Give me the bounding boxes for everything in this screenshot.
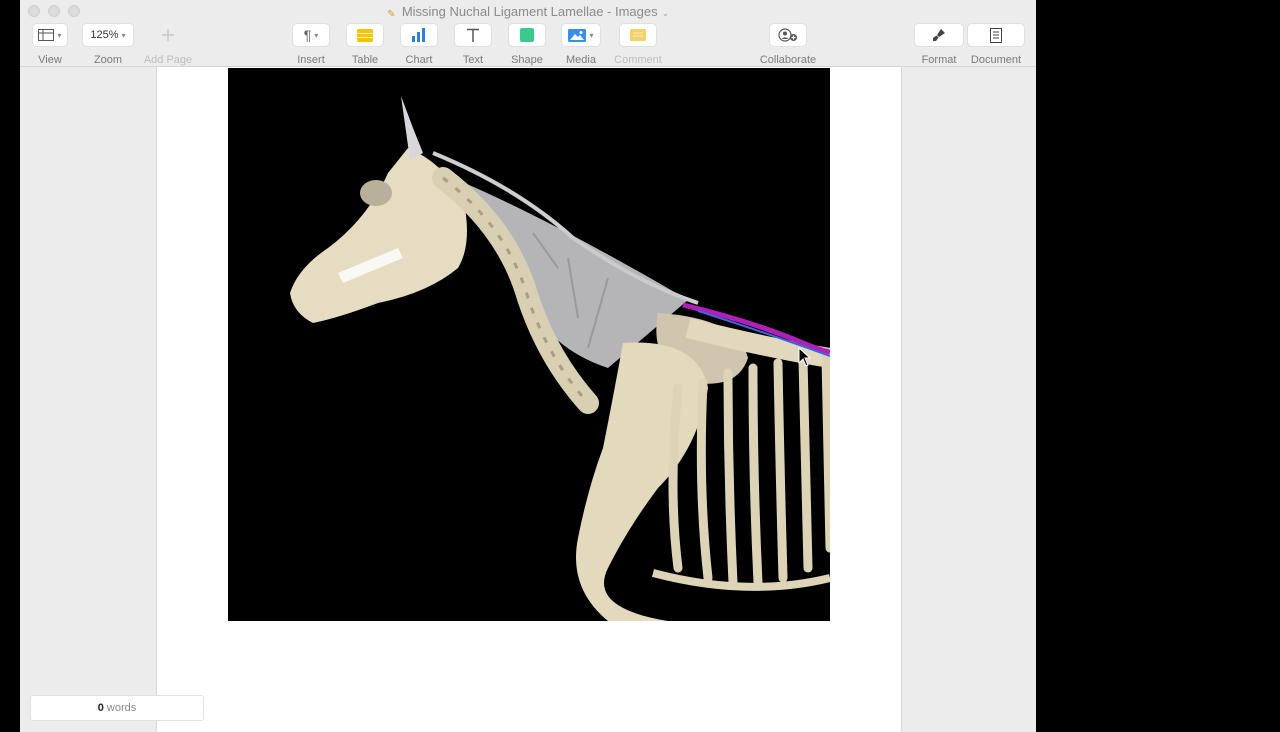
insert-label: Insert (297, 54, 325, 66)
paintbrush-icon (933, 29, 945, 41)
chart-control[interactable] (401, 24, 437, 46)
chart-button[interactable]: Chart (401, 24, 437, 66)
zoom-value: 125% (90, 29, 119, 41)
shape-label: Shape (511, 54, 543, 66)
collaborate-control[interactable] (770, 24, 806, 46)
add-page-label: Add Page (143, 54, 193, 66)
image-icon (568, 28, 587, 42)
comment-button[interactable]: Comment (612, 24, 664, 66)
shape-button[interactable]: Shape (509, 24, 545, 66)
view-button[interactable]: ▾ View (33, 24, 67, 66)
view-label: View (38, 54, 62, 66)
view-control[interactable]: ▾ (33, 24, 67, 46)
document-label: Document (970, 54, 1022, 66)
insert-button[interactable]: ¶ ▾ Insert (293, 24, 329, 66)
table-button[interactable]: Table (347, 24, 383, 66)
horse-skeleton-image[interactable] (228, 68, 830, 621)
table-label: Table (351, 54, 379, 66)
document-canvas[interactable]: 0 words (20, 67, 1036, 732)
zoom-label: Zoom (93, 54, 123, 66)
media-label: Media (566, 54, 596, 66)
square-shape-icon (520, 28, 534, 42)
window-title[interactable]: ✎ Missing Nuchal Ligament Lamellae - Imag… (20, 4, 1036, 20)
shape-control[interactable] (509, 24, 545, 46)
format-control[interactable] (915, 24, 963, 46)
chevron-down-icon: ▾ (589, 30, 594, 40)
document-control[interactable] (968, 24, 1024, 46)
chart-label: Chart (405, 54, 433, 66)
chevron-down-icon: ▾ (314, 30, 319, 40)
document-page[interactable] (156, 67, 902, 732)
add-page-control[interactable] (154, 24, 182, 46)
comment-control[interactable] (620, 24, 656, 46)
media-control[interactable]: ▾ (562, 24, 600, 46)
format-label: Format (921, 54, 957, 66)
word-count-badge[interactable]: 0 words (30, 695, 204, 721)
sidebar-layout-icon (38, 29, 55, 41)
word-count-number: 0 (97, 702, 104, 714)
text-label: Text (462, 54, 484, 66)
collaborate-label: Collaborate (759, 54, 817, 66)
chevron-down-icon: ▾ (121, 30, 126, 40)
title-bar: ✎ Missing Nuchal Ligament Lamellae - Imag… (20, 0, 1036, 22)
chevron-down-icon: ⌄ (661, 8, 670, 18)
format-button[interactable]: Format (914, 24, 964, 66)
table-icon (357, 28, 373, 42)
horse-skeleton-illustration (228, 68, 830, 621)
comment-label: Comment (614, 54, 662, 66)
plus-icon (162, 29, 174, 41)
zoom-button[interactable]: 125% ▾ Zoom (83, 24, 133, 66)
media-button[interactable]: ▾ Media (562, 24, 600, 66)
add-person-icon (778, 28, 797, 42)
toolbar: ▾ View 125% ▾ Zoom Add Page ¶ ▾ Insert T… (20, 22, 1036, 67)
bar-chart-icon (412, 28, 425, 42)
text-control[interactable] (455, 24, 491, 46)
document-button[interactable]: Document (968, 24, 1024, 66)
chevron-down-icon: ▾ (57, 30, 62, 40)
comment-icon (630, 29, 646, 41)
text-icon (467, 28, 479, 42)
insert-control[interactable]: ¶ ▾ (293, 24, 329, 46)
paragraph-icon: ¶ (303, 27, 312, 43)
document-icon (990, 27, 1002, 43)
mouse-cursor-icon (798, 347, 812, 367)
text-button[interactable]: Text (455, 24, 491, 66)
pages-window: ✎ Missing Nuchal Ligament Lamellae - Imag… (20, 0, 1036, 732)
pages-document-icon: ✎ (387, 9, 396, 20)
zoom-select[interactable]: 125% ▾ (83, 24, 133, 46)
table-control[interactable] (347, 24, 383, 46)
add-page-button[interactable]: Add Page (142, 24, 194, 66)
word-count-label: words (106, 702, 137, 714)
collaborate-button[interactable]: Collaborate (758, 24, 818, 66)
window-title-text: Missing Nuchal Ligament Lamellae - Image… (401, 4, 658, 19)
